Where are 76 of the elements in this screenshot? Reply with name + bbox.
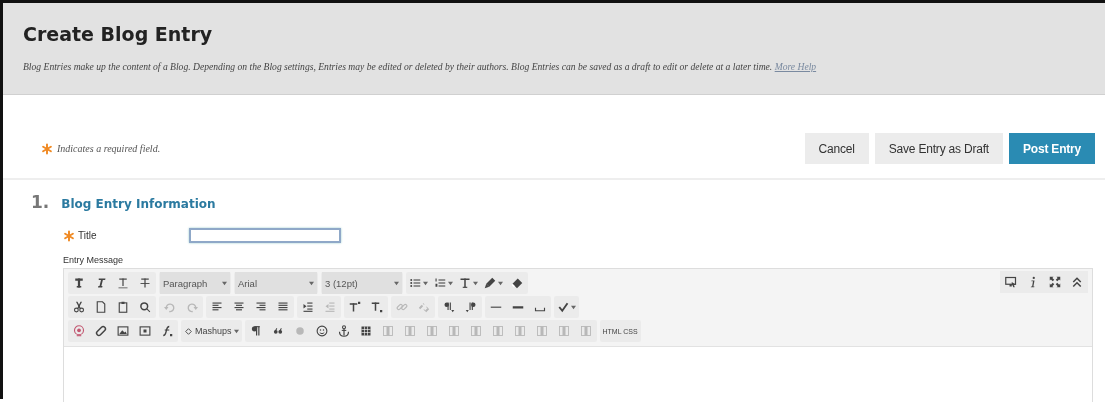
pilcrow-icon <box>249 325 262 337</box>
diamond-icon <box>184 326 193 336</box>
paperclip-icon <box>95 325 107 337</box>
checkmark-icon <box>557 301 569 313</box>
webcam-icon <box>73 325 85 337</box>
table-grid-icon <box>513 325 526 337</box>
bold-icon <box>73 277 85 289</box>
caret-icon <box>394 280 399 286</box>
action-button[interactable]: Save Entry as Draft <box>874 133 1003 164</box>
link-icon <box>396 301 408 313</box>
scissors-icon <box>73 301 85 313</box>
table-grid-icon <box>381 325 394 337</box>
monitor-icon <box>1005 276 1017 288</box>
circle-icon <box>293 325 306 337</box>
action-button[interactable]: Cancel <box>804 133 869 164</box>
dropdown[interactable]: Paragraph <box>160 272 230 294</box>
formula-icon <box>161 325 173 337</box>
caret-icon <box>222 280 227 286</box>
superscript-icon <box>349 301 361 313</box>
numbered-list-icon <box>434 277 446 289</box>
bullet-list-icon <box>409 277 421 289</box>
page-description: Blog Entries make up the content of a Blog. Depending on the Blog settings, Entries may be edited or deleted by their authors. Blog Entries can be saved as a draft to edit or delete at a later time. More Help <box>23 61 818 72</box>
table-grid-icon <box>403 325 416 337</box>
field-label: Title <box>78 230 97 241</box>
align-right-icon <box>255 301 267 313</box>
editor-label: Entry Message <box>63 255 125 265</box>
redo-icon <box>186 301 198 313</box>
underline-icon <box>117 277 129 289</box>
clipboard-icon <box>117 301 129 313</box>
table-grid-icon <box>447 325 460 337</box>
table-grid-icon <box>469 325 482 337</box>
strikethrough-icon <box>139 277 151 289</box>
asterisk-icon <box>41 142 53 155</box>
caret-icon <box>571 304 576 310</box>
pilcrow-left-icon <box>465 301 477 313</box>
undo-icon <box>164 301 176 313</box>
table-grid-icon <box>579 325 592 337</box>
required-note: Indicates a required field. <box>57 143 161 154</box>
section-title: Blog Entry Information <box>61 197 216 211</box>
caret-icon <box>498 280 503 286</box>
anchor-icon <box>337 325 350 337</box>
subscript-icon <box>371 301 383 313</box>
double-chevron-icon <box>1071 276 1083 288</box>
title-input[interactable] <box>189 228 341 243</box>
image-icon <box>117 325 129 337</box>
align-justify-icon <box>277 301 289 313</box>
media-icon <box>139 325 151 337</box>
caret-icon <box>423 280 428 286</box>
table-grid-icon <box>491 325 504 337</box>
indent-icon <box>302 301 314 313</box>
align-center-icon <box>233 301 245 313</box>
caret-icon <box>233 328 239 334</box>
document-icon <box>95 301 107 313</box>
outdent-icon <box>324 301 336 313</box>
caret-icon <box>473 280 478 286</box>
quote-icon <box>271 325 284 337</box>
align-left-icon <box>211 301 223 313</box>
section-number: 1. <box>31 192 50 212</box>
table-grid-icon <box>425 325 438 337</box>
pilcrow-right-icon <box>443 301 455 313</box>
post-button[interactable]: Post Entry <box>1009 133 1095 164</box>
table-grid-icon <box>557 325 570 337</box>
italic-icon <box>95 277 107 289</box>
table-grid-icon <box>535 325 548 337</box>
caret-icon <box>309 280 314 286</box>
table-icon <box>359 325 372 337</box>
pen-icon <box>484 277 496 289</box>
smiley-icon <box>315 325 328 337</box>
search-icon <box>139 301 151 313</box>
mashups-menu[interactable]: Mashups <box>181 320 242 342</box>
expand-arrows-icon <box>1049 276 1061 288</box>
dropdown[interactable]: Arial <box>235 272 317 294</box>
text-color-icon <box>459 277 471 289</box>
caret-icon <box>448 280 453 286</box>
page-title: Create Blog Entry <box>23 23 214 45</box>
dropdown[interactable]: 3 (12pt) <box>322 272 402 294</box>
